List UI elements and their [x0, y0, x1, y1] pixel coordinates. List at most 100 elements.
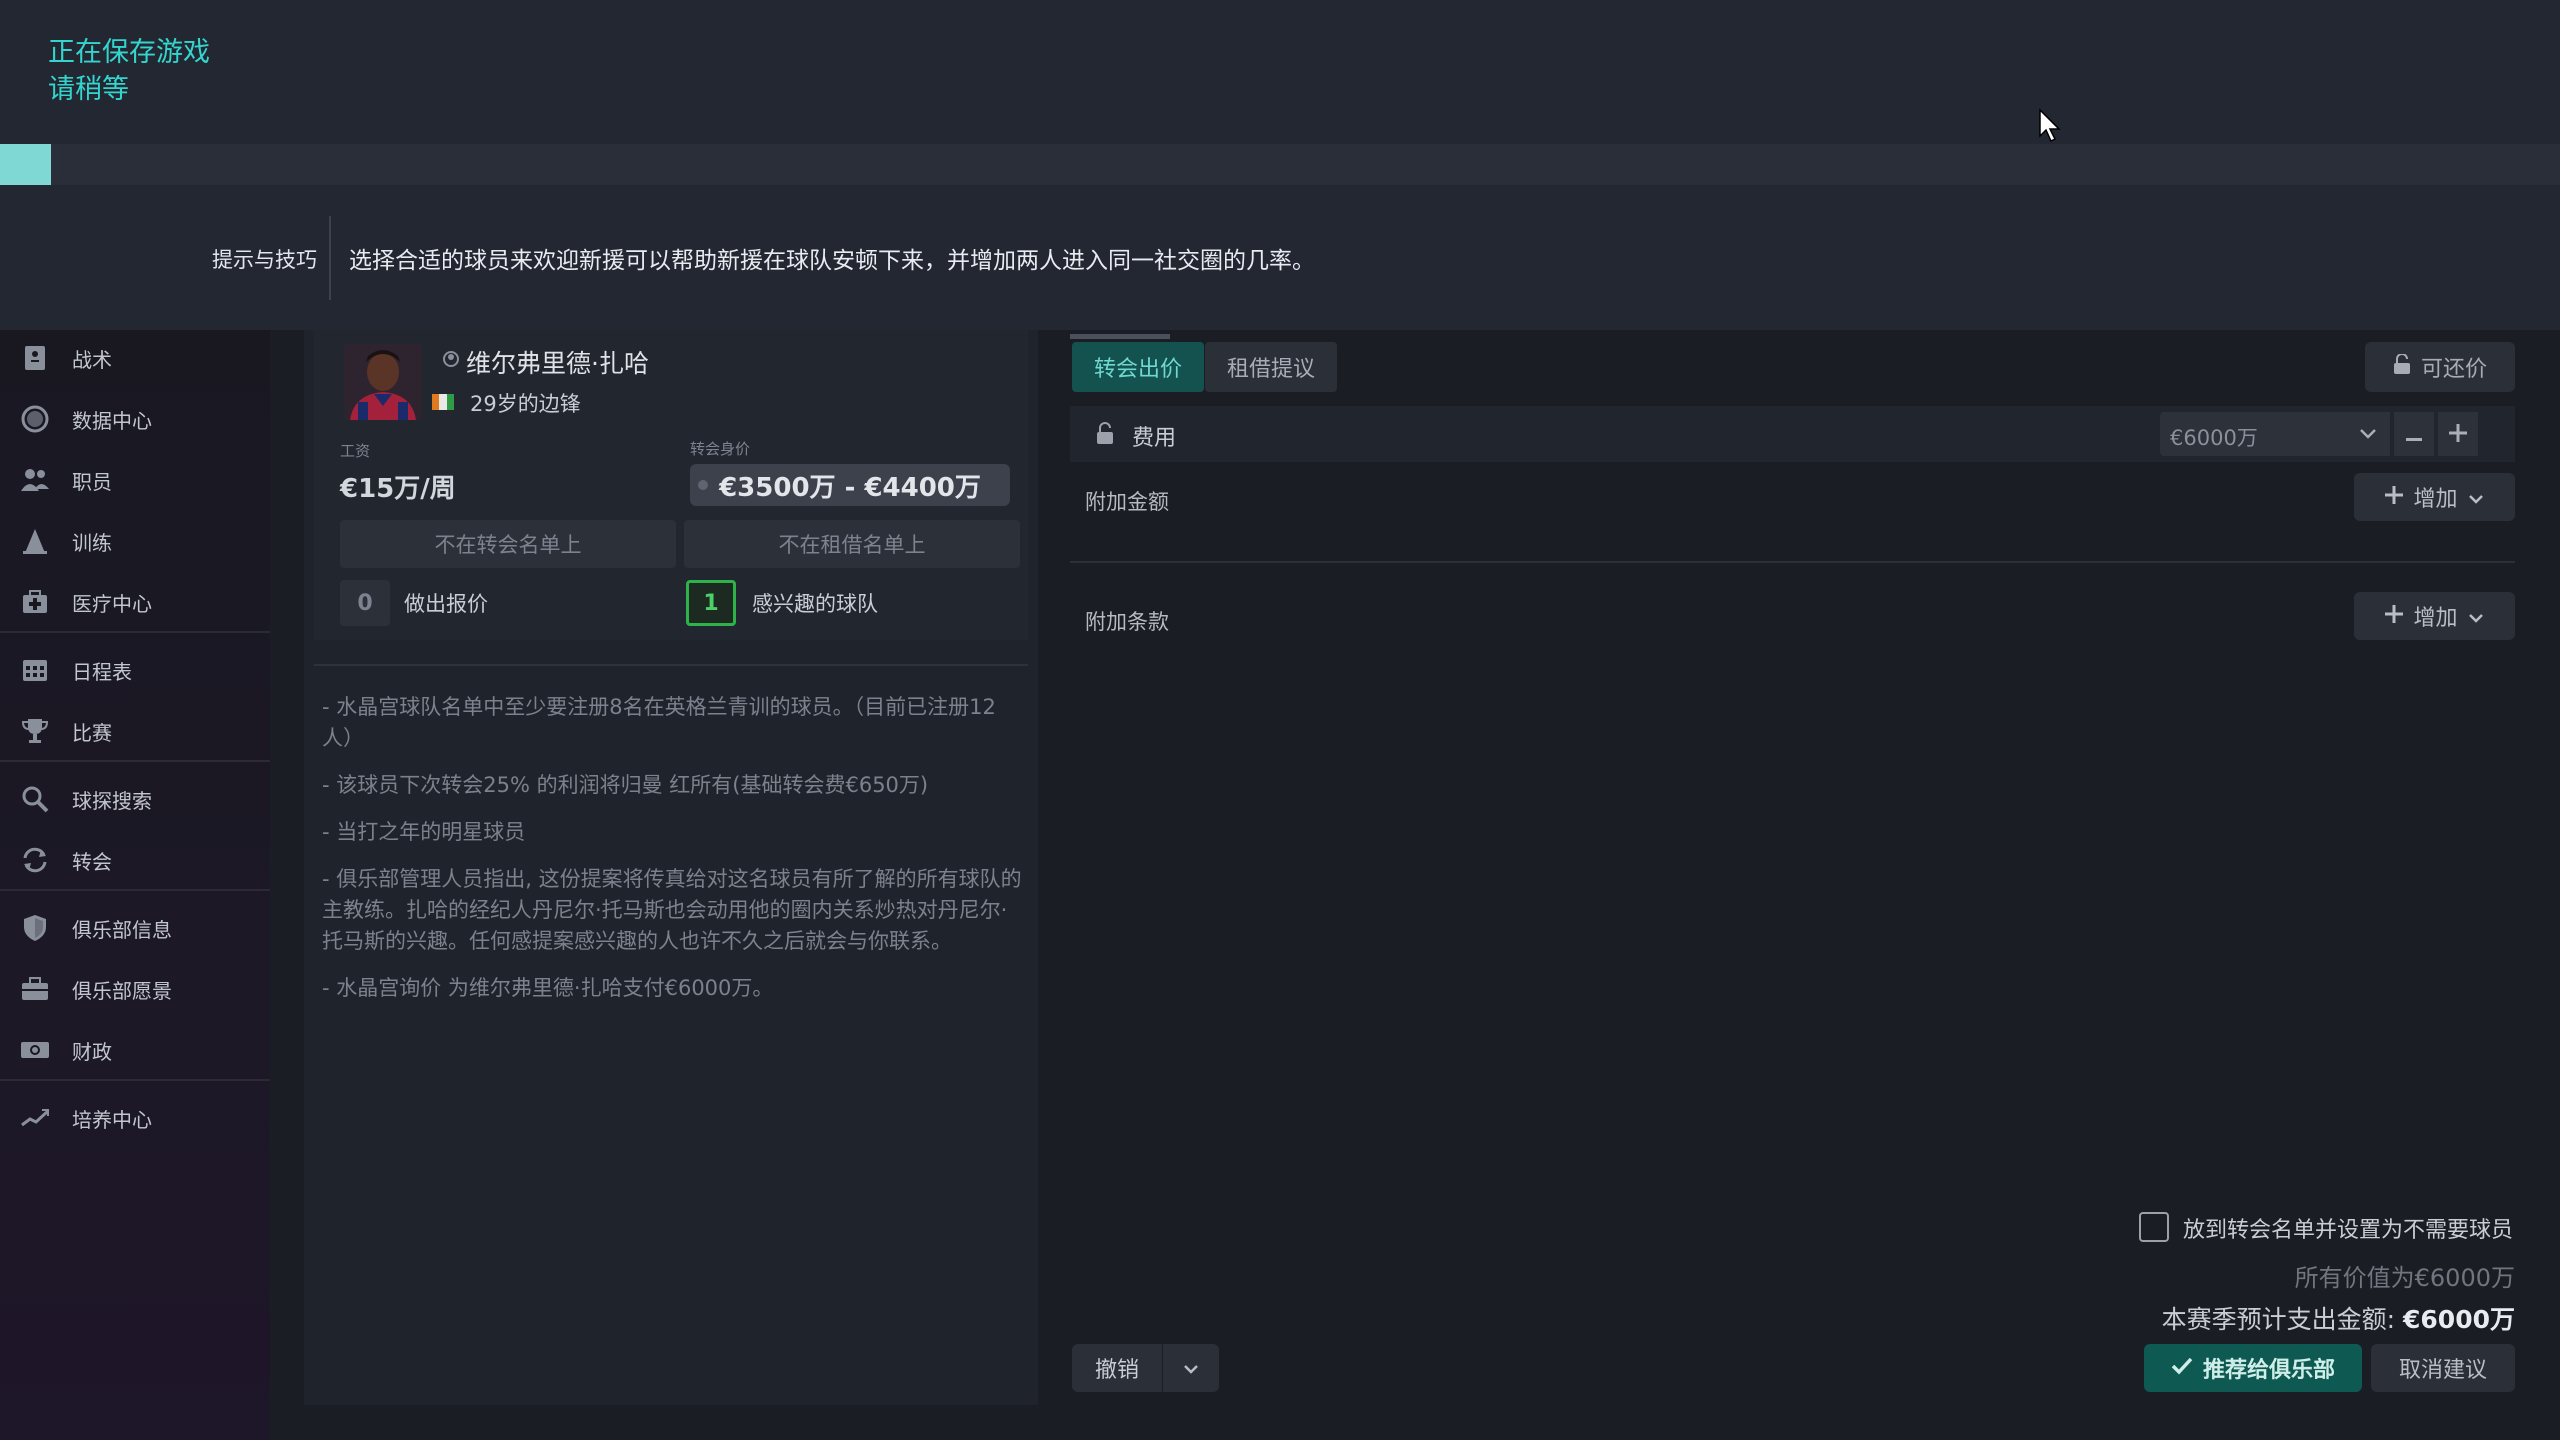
- add-label: 增加: [2413, 487, 2458, 512]
- note-item: - 水晶宫球队名单中至少要注册8名在英格兰青训的球员。（目前已注册12人）: [322, 695, 996, 750]
- sidebar-divider: [0, 760, 270, 762]
- fee-dropdown-button[interactable]: [2346, 412, 2390, 456]
- sidebar-divider: [0, 889, 270, 891]
- plus-icon: [2449, 419, 2467, 449]
- season-spend-value: €6000万: [2403, 1305, 2515, 1334]
- sidebar-item-club-info[interactable]: 俱乐部信息: [0, 902, 270, 954]
- sidebar-item-label: 俱乐部愿景: [72, 978, 172, 1003]
- transfer-icon: [20, 845, 50, 875]
- sidebar-item-development[interactable]: 培养中心: [0, 1092, 270, 1144]
- note-item: - 水晶宫询价 为维尔弗里德·扎哈支付€6000万。: [322, 976, 774, 1000]
- sidebar-item-staff[interactable]: 职员: [0, 454, 270, 506]
- finance-icon: [20, 1035, 50, 1065]
- tab-loan-offer[interactable]: 租借提议: [1205, 342, 1337, 392]
- wage-value: €15万/周: [340, 474, 456, 504]
- unlock-icon: [2393, 353, 2411, 380]
- recommend-to-club-button[interactable]: 推荐给俱乐部: [2144, 1344, 2362, 1392]
- unlock-icon[interactable]: [1096, 422, 1114, 448]
- sidebar-item-label: 医疗中心: [72, 591, 152, 616]
- offer-divider: [1070, 561, 2515, 563]
- fee-increase-button[interactable]: [2438, 412, 2478, 456]
- add-label: 增加: [2413, 606, 2458, 631]
- plus-icon: [2385, 604, 2404, 629]
- sidebar-divider: [0, 631, 270, 633]
- recommend-label: 推荐给俱乐部: [2202, 1358, 2335, 1383]
- cancel-suggestion-button[interactable]: 取消建议: [2371, 1344, 2515, 1392]
- training-icon: [20, 526, 50, 556]
- checkmark-icon: [2171, 1356, 2193, 1381]
- development-icon: [20, 1103, 50, 1133]
- saving-line-1: 正在保存游戏: [48, 37, 210, 68]
- tab-transfer-offer[interactable]: 转会出价: [1072, 342, 1204, 392]
- sidebar-item-label: 职员: [72, 469, 112, 494]
- saving-banner: 正在保存游戏 请稍等 提示与技巧 选择合适的球员来欢迎新援可以帮助新援在球队安顿…: [0, 0, 2560, 330]
- sidebar-item-calendar[interactable]: 日程表: [0, 644, 270, 696]
- sidebar-item-training[interactable]: 训练: [0, 515, 270, 567]
- note-item: - 俱乐部管理人员指出, 这份提案将传真给对这名球员有所了解的所有球队的主教练。…: [322, 867, 1022, 953]
- loan-list-status[interactable]: 不在租借名单上: [684, 520, 1020, 568]
- interested-label[interactable]: 感兴趣的球队: [752, 588, 878, 618]
- save-progress-bar: [0, 144, 2560, 185]
- minus-icon: [2406, 419, 2422, 449]
- sidebar-item-medical[interactable]: 医疗中心: [0, 576, 270, 628]
- chevron-down-icon: [1183, 1359, 1199, 1378]
- fee-decrease-button[interactable]: [2394, 412, 2434, 456]
- offers-label[interactable]: 做出报价: [404, 588, 488, 618]
- undo-button[interactable]: 撤销: [1072, 1344, 1162, 1392]
- sidebar-item-transfers[interactable]: 转会: [0, 834, 270, 886]
- total-value-text: 所有价值为€6000万: [2294, 1264, 2515, 1292]
- transfer-value-label: 转会身价: [690, 440, 751, 458]
- player-panel: 维尔弗里德·扎哈 29岁的边锋 工资 €15万/周 转会身价 €3500万 - …: [304, 330, 1038, 1405]
- player-avatar[interactable]: [344, 344, 422, 420]
- add-clause-label: 附加条款: [1085, 610, 1169, 634]
- sidebar-item-label: 俱乐部信息: [72, 917, 172, 942]
- interested-count: 1: [686, 580, 736, 626]
- undo-dropdown-button[interactable]: [1163, 1344, 1219, 1392]
- transfer-list-checkbox-label[interactable]: 放到转会名单并设置为不需要球员: [2183, 1212, 2513, 1244]
- note-item: - 该球员下次转会25% 的利润将归曼 红所有(基础转会费€650万): [322, 773, 929, 797]
- trophy-icon: [20, 716, 50, 746]
- transfer-list-status[interactable]: 不在转会名单上: [340, 520, 676, 568]
- fee-input[interactable]: €6000万: [2160, 412, 2346, 456]
- sidebar-item-tactics[interactable]: 战术: [0, 332, 270, 384]
- tab-indicator: [1070, 334, 1170, 339]
- sidebar-item-label: 日程表: [72, 659, 132, 684]
- plus-icon: [2385, 485, 2404, 510]
- season-spend-label: 本赛季预计支出金额:: [2161, 1305, 2404, 1334]
- tips-label: 提示与技巧: [212, 248, 317, 272]
- data-hub-icon: [20, 404, 50, 434]
- saving-status: 正在保存游戏 请稍等: [48, 34, 210, 108]
- notes-list: - 水晶宫球队名单中至少要注册8名在英格兰青训的球员。（目前已注册12人） - …: [322, 692, 1022, 1020]
- tips-divider: [329, 216, 331, 300]
- fee-label: 费用: [1132, 426, 1177, 451]
- medical-icon: [20, 587, 50, 617]
- sidebar-item-finances[interactable]: 财政: [0, 1024, 270, 1076]
- value-indicator-icon: [698, 480, 708, 490]
- sidebar-item-scouting[interactable]: 球探搜索: [0, 773, 270, 825]
- transfer-list-checkbox[interactable]: [2139, 1212, 2169, 1242]
- sidebar-item-data-hub[interactable]: 数据中心: [0, 393, 270, 445]
- player-name[interactable]: 维尔弗里德·扎哈: [466, 344, 649, 380]
- flag-icon: [432, 394, 454, 410]
- sidebar-item-label: 比赛: [72, 720, 112, 745]
- season-spend-text: 本赛季预计支出金额: €6000万: [2162, 1300, 2515, 1336]
- add-amount-button[interactable]: 增加: [2354, 473, 2515, 521]
- calendar-icon: [20, 655, 50, 685]
- sidebar-divider: [0, 1079, 270, 1081]
- sidebar-item-matches[interactable]: 比赛: [0, 705, 270, 757]
- save-progress-fill: [0, 144, 52, 185]
- sidebar-item-label: 财政: [72, 1039, 112, 1064]
- note-item: - 当打之年的明星球员: [322, 820, 526, 844]
- sidebar-item-club-vision[interactable]: 俱乐部愿景: [0, 963, 270, 1015]
- wage-label: 工资: [340, 442, 371, 460]
- sidebar-item-label: 培养中心: [72, 1107, 152, 1132]
- tactics-icon: [20, 343, 50, 373]
- player-card: 维尔弗里德·扎哈 29岁的边锋 工资 €15万/周 转会身价 €3500万 - …: [314, 330, 1028, 640]
- panel-divider: [314, 664, 1028, 666]
- chevron-down-icon: [2359, 425, 2377, 444]
- staff-icon: [20, 465, 50, 495]
- fee-row: 费用 €6000万: [1070, 406, 2515, 462]
- add-clause-button[interactable]: 增加: [2354, 592, 2515, 640]
- negotiable-button[interactable]: 可还价: [2365, 342, 2515, 392]
- shield-icon: [20, 913, 50, 943]
